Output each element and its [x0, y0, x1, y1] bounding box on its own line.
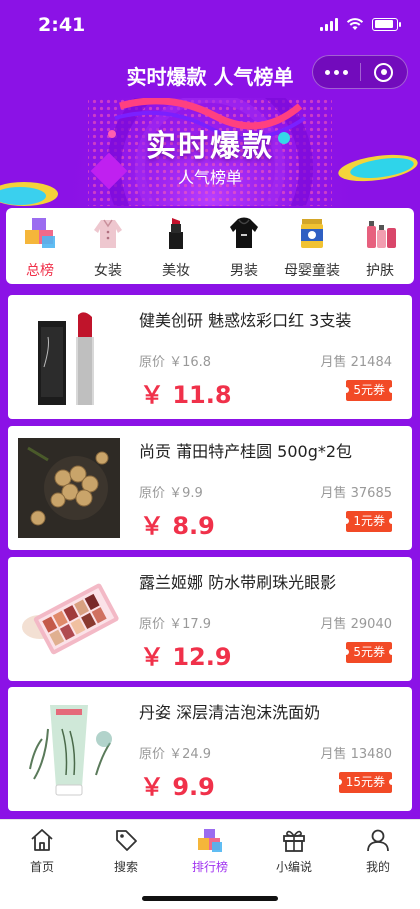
banner: 实时爆款 人气榜单	[0, 98, 420, 206]
facial-cleanser-image	[18, 699, 120, 799]
sale-price: ￥ 9.9	[140, 773, 215, 801]
sale-price: ￥ 8.9	[140, 512, 215, 540]
eyeshadow-palette-image	[18, 569, 120, 669]
boxes-icon	[25, 218, 55, 248]
category-label: 美妆	[162, 263, 190, 279]
tag-icon	[116, 830, 137, 851]
home-icon	[31, 829, 53, 851]
formula-can-icon	[301, 219, 323, 248]
product-card[interactable]: 尚贡 莆田特产桂圆 500g*2包 原价 ￥9.9 月售 37685 ￥ 8.9…	[8, 426, 412, 550]
tab-label: 我的	[365, 860, 390, 874]
miniprogram-capsule	[312, 55, 408, 89]
product-card[interactable]: 健美创研 魅惑炫彩口红 3支装 原价 ￥16.8 月售 21484 ￥ 11.8…	[8, 295, 412, 419]
product-name: 露兰姬娜 防水带刷珠光眼影	[139, 573, 337, 592]
banner-subtitle: 人气榜单	[177, 168, 242, 187]
original-price: 原价 ￥17.9	[139, 617, 212, 632]
tab-label: 搜索	[113, 860, 138, 874]
original-price: 原价 ￥24.9	[139, 747, 212, 762]
close-miniprogram-button[interactable]	[361, 62, 407, 82]
monthly-sales: 月售 29040	[320, 617, 393, 632]
status-icons	[320, 17, 401, 31]
coupon-badge[interactable]: 1元券	[343, 511, 395, 532]
tab-label: 排行榜	[191, 860, 228, 874]
monthly-sales: 月售 21484	[320, 355, 393, 370]
ranking-icon	[198, 829, 222, 852]
product-card[interactable]: 露兰姬娜 防水带刷珠光眼影 原价 ￥17.9 月售 29040 ￥ 12.9 5…	[8, 557, 412, 681]
monthly-sales: 月售 37685	[320, 486, 393, 501]
tab-home[interactable]: 首页	[0, 820, 84, 882]
tab-label: 小编说	[275, 860, 312, 874]
product-card[interactable]: 丹姿 深层清洁泡沫洗面奶 原价 ￥24.9 月售 13480 ￥ 9.9 15元…	[8, 687, 412, 811]
status-time: 2:41	[38, 14, 86, 36]
category-label: 男装	[230, 263, 258, 279]
product-name: 健美创研 魅惑炫彩口红 3支装	[139, 311, 352, 330]
banner-title: 实时爆款	[146, 129, 274, 164]
category-tabs: 总榜 女装 美妆 男装 母婴童装 护肤	[6, 208, 414, 284]
tab-label: 首页	[29, 860, 54, 874]
hoodie-icon	[230, 217, 258, 248]
tab-search[interactable]: 搜索	[84, 820, 168, 882]
product-name: 尚贡 莆田特产桂圆 500g*2包	[139, 442, 353, 461]
signal-icon	[320, 17, 338, 31]
category-tab-baby[interactable]: 母婴童装	[278, 208, 346, 284]
category-tab-womens[interactable]: 女装	[74, 208, 142, 284]
tab-profile[interactable]: 我的	[336, 820, 420, 882]
coupon-badge[interactable]: 15元券	[335, 772, 396, 793]
original-price: 原价 ￥9.9	[139, 486, 203, 501]
sale-price: ￥ 12.9	[140, 643, 232, 671]
tab-ranking[interactable]: 排行榜	[168, 820, 252, 882]
gift-icon	[283, 830, 305, 852]
monthly-sales: 月售 13480	[320, 747, 393, 762]
lipstick-icon	[169, 218, 183, 249]
category-tab-skincare[interactable]: 护肤	[346, 208, 414, 284]
battery-icon	[372, 17, 401, 31]
original-price: 原价 ￥16.8	[139, 355, 212, 370]
more-menu-button[interactable]	[313, 69, 360, 75]
longan-image	[18, 438, 120, 538]
user-icon	[367, 829, 389, 852]
category-label: 母婴童装	[284, 263, 340, 279]
category-tab-all[interactable]: 总榜	[6, 208, 74, 284]
category-label: 护肤	[366, 263, 394, 279]
tab-bar: 首页 搜索 排行榜 小编说 我的	[0, 819, 420, 909]
category-tab-mens[interactable]: 男装	[210, 208, 278, 284]
category-tab-makeup[interactable]: 美妆	[142, 208, 210, 284]
coupon-badge[interactable]: 5元券	[343, 380, 395, 401]
target-icon	[374, 62, 394, 82]
coat-icon	[94, 219, 122, 248]
category-label: 总榜	[26, 263, 54, 279]
sale-price: ￥ 11.8	[140, 381, 232, 409]
wifi-icon	[346, 18, 364, 30]
lipstick-image	[18, 307, 120, 407]
category-label: 女装	[94, 263, 122, 279]
tab-editor[interactable]: 小编说	[252, 820, 336, 882]
product-name: 丹姿 深层清洁泡沫洗面奶	[139, 703, 321, 722]
home-indicator[interactable]	[142, 896, 278, 901]
nav-bar: 实时爆款 人气榜单	[0, 48, 420, 98]
status-bar: 2:41	[0, 0, 420, 48]
coupon-badge[interactable]: 5元券	[343, 642, 395, 663]
bottles-icon	[367, 221, 396, 248]
